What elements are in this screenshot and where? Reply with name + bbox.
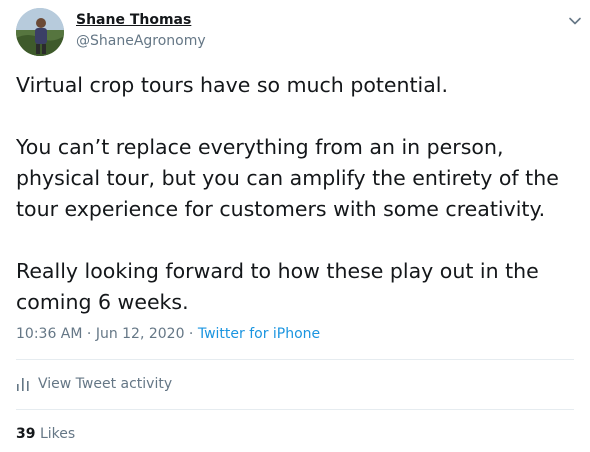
- tweet-metadata: 10:36 AM · Jun 12, 2020 · Twitter for iP…: [16, 326, 320, 342]
- tweet-source-link[interactable]: Twitter for iPhone: [198, 326, 320, 342]
- likes-count: 39: [16, 426, 36, 442]
- chevron-down-icon: [569, 17, 581, 25]
- avatar[interactable]: [16, 8, 64, 56]
- tweet-paragraph: Virtual crop tours have so much potentia…: [16, 73, 449, 97]
- tweet-text: Virtual crop tours have so much potentia…: [16, 70, 582, 318]
- user-handle[interactable]: @ShaneAgronomy: [76, 33, 206, 49]
- tweet-paragraph: You can’t replace everything from an in …: [16, 135, 559, 221]
- user-name[interactable]: Shane Thomas: [76, 12, 191, 28]
- view-tweet-activity-button[interactable]: View Tweet activity: [16, 376, 172, 392]
- likes-label: Likes: [39, 426, 76, 442]
- divider: [16, 359, 574, 360]
- likes-link[interactable]: 39 Likes: [16, 426, 75, 442]
- tweet-paragraph: Really looking forward to how these play…: [16, 259, 539, 314]
- tweet-time[interactable]: 10:36 AM: [16, 326, 82, 342]
- more-options-button[interactable]: [566, 12, 584, 30]
- tweet-date[interactable]: Jun 12, 2020: [96, 326, 185, 342]
- bar-chart-icon: [17, 378, 29, 391]
- view-tweet-activity-label: View Tweet activity: [38, 376, 173, 392]
- meta-separator: ·: [184, 326, 198, 342]
- meta-separator: ·: [82, 326, 96, 342]
- avatar-photo: [16, 8, 64, 56]
- divider: [16, 409, 574, 410]
